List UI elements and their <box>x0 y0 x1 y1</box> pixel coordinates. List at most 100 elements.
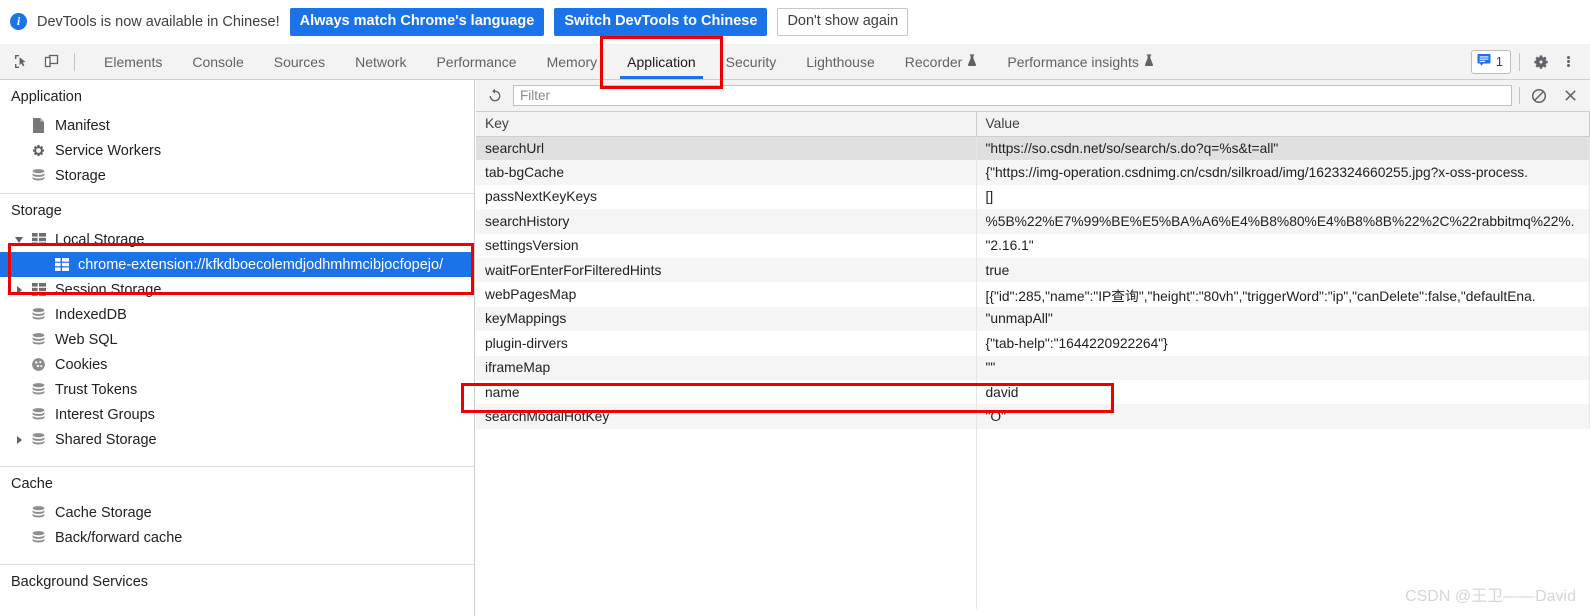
no-entry-icon[interactable] <box>1527 84 1551 108</box>
sidebar-item-label: Cache Storage <box>55 504 152 521</box>
tab-sources[interactable]: Sources <box>259 44 340 79</box>
close-x-icon[interactable] <box>1558 84 1582 108</box>
cell-value[interactable]: david <box>976 379 1590 405</box>
cell-value[interactable]: true <box>976 257 1590 283</box>
cell-key[interactable]: waitForEnterForFilteredHints <box>476 257 977 283</box>
sidebar-item-service-workers[interactable]: Service Workers <box>0 138 474 163</box>
cell-key[interactable]: searchHistory <box>476 209 977 234</box>
table-row[interactable]: searchHistory %5B%22%E7%99%BE%E5%BA%A6%E… <box>476 209 1590 234</box>
sidebar-item-web-sql[interactable]: Web SQL <box>0 327 474 352</box>
cell-value[interactable]: %5B%22%E7%99%BE%E5%BA%A6%E4%B8%80%E4%B8%… <box>976 209 1590 234</box>
table-header-row: Key Value <box>476 112 1590 137</box>
more-vertical-icon[interactable] <box>1556 49 1580 75</box>
cell-value[interactable]: {"tab-help":"1644220922264"} <box>976 331 1590 356</box>
sidebar-item-label: Shared Storage <box>55 431 157 448</box>
dont-show-again-button[interactable]: Don't show again <box>777 7 909 36</box>
chevron-right-icon[interactable] <box>17 435 22 444</box>
switch-to-chinese-button[interactable]: Switch DevTools to Chinese <box>554 7 768 36</box>
application-sidebar[interactable]: Application Manifest Service Workers Sto… <box>0 80 475 616</box>
cell-value[interactable]: "2.16.1" <box>976 233 1590 258</box>
table-row[interactable]: searchModalHotKey "O" <box>476 404 1590 429</box>
table-row[interactable]: plugin-dirvers {"tab-help":"164422092226… <box>476 331 1590 356</box>
cell-value[interactable]: "unmapAll" <box>976 306 1590 332</box>
cell-key[interactable]: keyMappings <box>476 306 977 332</box>
chevron-down-icon[interactable] <box>15 236 23 243</box>
gear-icon[interactable] <box>1528 49 1554 75</box>
tab-label: Performance insights <box>1007 53 1139 70</box>
cell-value[interactable]: "" <box>976 355 1590 380</box>
sidebar-item-label: Storage <box>55 167 106 184</box>
refresh-icon[interactable] <box>484 85 506 107</box>
cell-key[interactable]: searchUrl <box>476 136 977 161</box>
cookie-icon <box>30 356 47 373</box>
tab-label: Performance <box>436 53 517 70</box>
database-icon <box>30 167 47 184</box>
table-row[interactable]: settingsVersion "2.16.1" <box>476 233 1590 258</box>
table-row[interactable]: passNextKeyKeys [] <box>476 184 1590 210</box>
sidebar-item-shared-storage[interactable]: Shared Storage <box>0 427 474 452</box>
cell-value[interactable]: [] <box>976 184 1590 210</box>
cell-key[interactable]: tab-bgCache <box>476 160 977 185</box>
table-icon <box>30 231 47 248</box>
storage-key-value-table[interactable]: Key Value searchUrl "https://so.csdn.net… <box>476 112 1590 429</box>
tab-elements[interactable]: Elements <box>89 44 177 79</box>
table-row[interactable]: waitForEnterForFilteredHints true <box>476 257 1590 283</box>
tab-application[interactable]: Application <box>612 44 711 79</box>
sidebar-item-manifest[interactable]: Manifest <box>0 113 474 138</box>
tab-console[interactable]: Console <box>177 44 258 79</box>
sidebar-item-local-storage[interactable]: Local Storage <box>0 227 474 252</box>
sidebar-item-cache-storage[interactable]: Cache Storage <box>0 500 474 525</box>
toolbar-divider <box>74 52 75 71</box>
tab-performance[interactable]: Performance <box>421 44 531 79</box>
cell-key[interactable]: plugin-dirvers <box>476 331 977 356</box>
sidebar-item-indexeddb[interactable]: IndexedDB <box>0 302 474 327</box>
cell-key[interactable]: webPagesMap <box>476 282 977 307</box>
issues-badge[interactable]: 1 <box>1470 49 1511 74</box>
sidebar-item-storage[interactable]: Storage <box>0 163 474 188</box>
table-row[interactable]: tab-bgCache {"https://img-operation.csdn… <box>476 160 1590 185</box>
tab-memory[interactable]: Memory <box>532 44 613 79</box>
tab-performance-insights[interactable]: Performance insights <box>992 44 1169 79</box>
tab-network[interactable]: Network <box>340 44 421 79</box>
cell-value[interactable]: {"https://img-operation.csdnimg.cn/csdn/… <box>976 160 1590 185</box>
cell-key[interactable]: searchModalHotKey <box>476 404 977 429</box>
inspect-element-icon[interactable] <box>8 49 34 75</box>
sidebar-item-back-forward-cache[interactable]: Back/forward cache <box>0 525 474 550</box>
tab-security[interactable]: Security <box>711 44 792 79</box>
toolbar-divider <box>1519 87 1520 104</box>
table-row[interactable]: webPagesMap [{"id":285,"name":"IP查询","he… <box>476 282 1590 307</box>
cell-value[interactable]: "O" <box>976 404 1590 429</box>
device-toolbar-icon[interactable] <box>38 49 64 75</box>
sidebar-item-chrome-extension-origin[interactable]: chrome-extension://kfkdboecolemdjodhmhmc… <box>0 252 474 277</box>
column-header-value[interactable]: Value <box>976 112 1590 137</box>
sidebar-item-trust-tokens[interactable]: Trust Tokens <box>0 377 474 402</box>
tab-lighthouse[interactable]: Lighthouse <box>791 44 890 79</box>
sidebar-item-session-storage[interactable]: Session Storage <box>0 277 474 302</box>
sidebar-item-cookies[interactable]: Cookies <box>0 352 474 377</box>
cell-value[interactable]: [{"id":285,"name":"IP查询","height":"80vh"… <box>976 282 1590 307</box>
cell-value[interactable]: "https://so.csdn.net/so/search/s.do?q=%s… <box>976 136 1590 161</box>
always-match-language-button[interactable]: Always match Chrome's language <box>289 7 545 36</box>
chevron-right-icon[interactable] <box>17 285 22 294</box>
message-icon <box>1477 53 1491 71</box>
table-row[interactable]: keyMappings "unmapAll" <box>476 306 1590 332</box>
cell-key[interactable]: name <box>476 379 977 405</box>
experiment-flask-icon <box>1144 53 1154 70</box>
cell-key[interactable]: settingsVersion <box>476 233 977 258</box>
toolbar-left-icons <box>0 44 89 79</box>
column-header-key[interactable]: Key <box>476 112 977 137</box>
toolbar-divider <box>1519 52 1520 71</box>
table-row[interactable]: iframeMap "" <box>476 355 1590 380</box>
tab-label: Console <box>192 53 244 70</box>
filter-input[interactable] <box>513 85 1512 106</box>
table-row[interactable]: name david <box>476 379 1590 405</box>
database-icon <box>30 331 47 348</box>
cell-key[interactable]: passNextKeyKeys <box>476 184 977 210</box>
tab-label: Recorder <box>904 53 963 70</box>
sidebar-item-label: Web SQL <box>55 331 118 348</box>
table-row[interactable]: searchUrl "https://so.csdn.net/so/search… <box>476 136 1590 161</box>
sidebar-section-title-application: Application <box>11 89 82 105</box>
sidebar-item-interest-groups[interactable]: Interest Groups <box>0 402 474 427</box>
cell-key[interactable]: iframeMap <box>476 355 977 380</box>
tab-recorder[interactable]: Recorder <box>890 44 993 79</box>
